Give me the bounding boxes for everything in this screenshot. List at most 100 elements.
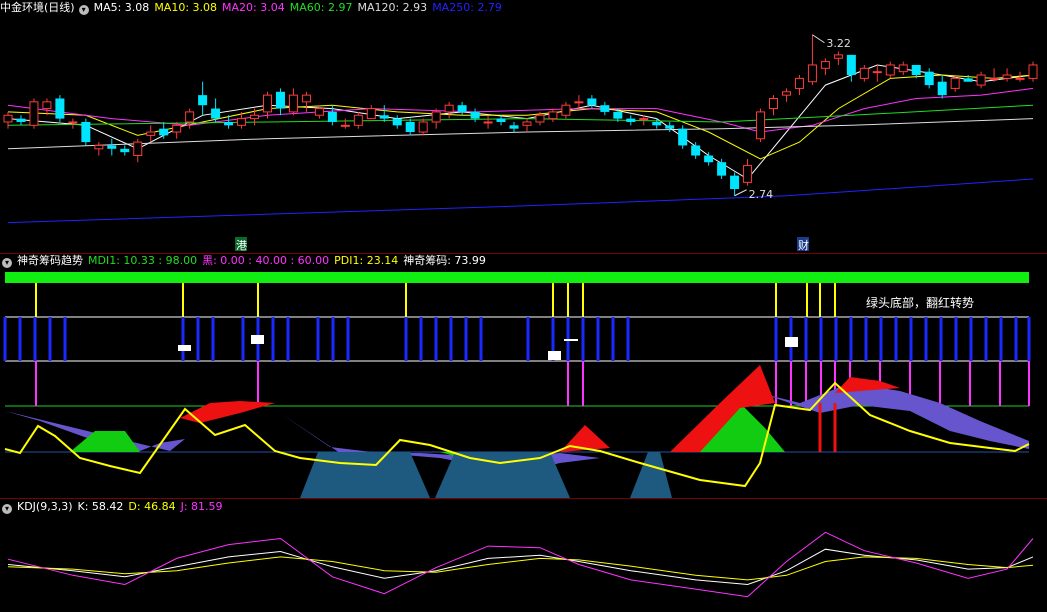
candle-up bbox=[820, 61, 830, 69]
purple-area bbox=[760, 383, 1029, 449]
candle-up bbox=[340, 124, 350, 127]
kdj-chart[interactable] bbox=[0, 499, 1047, 612]
chip-value-3: 神奇筹码: 73.99 bbox=[403, 254, 486, 267]
candle-up bbox=[522, 121, 532, 126]
ma-value-4: MA120: 2.93 bbox=[357, 1, 428, 14]
candle-down bbox=[652, 121, 662, 126]
candle-down bbox=[924, 71, 934, 86]
stock-title: 中金环境(日线) bbox=[0, 1, 75, 14]
candle-down bbox=[691, 145, 701, 156]
candle-up bbox=[418, 121, 428, 133]
candle-up bbox=[898, 64, 908, 73]
candle-down bbox=[392, 118, 402, 126]
marker-cai: 财 bbox=[798, 238, 809, 252]
candle-up bbox=[639, 118, 649, 121]
ma-value-0: MA5: 3.08 bbox=[93, 1, 150, 14]
candle-down bbox=[198, 95, 208, 106]
kdj-panel: ▾ KDJ(9,3,3) K: 58.42 D: 46.84 J: 81.59 bbox=[0, 499, 1047, 612]
kdj-value-1: D: 46.84 bbox=[128, 500, 176, 513]
indicator-title: 神奇筹码趋势 bbox=[17, 254, 83, 267]
chip-value-1: 黑: 0.00 : 40.00 : 60.00 bbox=[202, 254, 330, 267]
chip-value-2: PDI1: 23.14 bbox=[334, 254, 399, 267]
candle-down bbox=[211, 108, 221, 119]
chip-trend-chart[interactable]: 绿头底部，翻红转势 bbox=[0, 253, 1047, 498]
candle-up bbox=[3, 114, 13, 123]
candle-up bbox=[561, 104, 571, 116]
candle-up bbox=[314, 108, 324, 116]
kdj-line-j bbox=[7, 531, 1034, 598]
line-ma10 bbox=[7, 74, 1034, 160]
ma-value-2: MA20: 3.04 bbox=[222, 1, 285, 14]
candle-down bbox=[107, 145, 117, 149]
candle-up bbox=[756, 111, 766, 140]
candle-down bbox=[937, 81, 947, 96]
candle-up bbox=[548, 111, 558, 120]
candle-up bbox=[1015, 77, 1025, 80]
chevron-down-icon[interactable]: ▾ bbox=[78, 5, 89, 15]
candle-down bbox=[911, 64, 921, 76]
candle-up bbox=[976, 74, 986, 86]
chevron-down-icon[interactable]: ▾ bbox=[2, 258, 12, 268]
marker-gang: 港 bbox=[236, 239, 247, 252]
candle-up bbox=[262, 94, 272, 113]
candle-up bbox=[885, 64, 895, 76]
candle-down bbox=[120, 148, 130, 153]
candle-up bbox=[366, 108, 376, 120]
annotation: 绿头底部，翻红转势 bbox=[866, 295, 974, 310]
candle-down bbox=[224, 121, 234, 126]
candle-up bbox=[743, 165, 753, 183]
teal-area bbox=[630, 452, 672, 498]
candle-up bbox=[185, 111, 195, 123]
candle-down bbox=[665, 125, 675, 129]
ma-value-1: MA10: 3.08 bbox=[154, 1, 218, 14]
white-block bbox=[785, 337, 798, 347]
candle-up bbox=[94, 144, 104, 150]
line-ma5 bbox=[7, 64, 1034, 180]
candle-down bbox=[509, 125, 519, 129]
kdj-value-2: J: 81.59 bbox=[180, 500, 223, 513]
candle-up bbox=[781, 91, 791, 96]
indicator-panel: ▾ 神奇筹码趋势 MDI1: 10.33 : 98.00 黑: 0.00 : 40.0… bbox=[0, 253, 1047, 499]
line-ma20 bbox=[7, 87, 1034, 133]
candle-up bbox=[1028, 64, 1038, 79]
candle-up bbox=[301, 94, 311, 103]
teal-area bbox=[300, 452, 430, 498]
candle-down bbox=[678, 128, 688, 146]
candle-down bbox=[626, 118, 636, 122]
candle-down bbox=[846, 54, 856, 76]
candle-up bbox=[769, 97, 779, 110]
chevron-down-icon[interactable]: ▾ bbox=[2, 504, 12, 514]
indicator-header: ▾ 神奇筹码趋势 MDI1: 10.33 : 98.00 黑: 0.00 : 40.0… bbox=[0, 253, 496, 269]
candle-up bbox=[807, 64, 817, 83]
candle-up bbox=[574, 101, 584, 104]
candle-down bbox=[613, 111, 623, 119]
candle-down bbox=[16, 118, 26, 122]
candle-down bbox=[457, 105, 467, 112]
candle-up bbox=[353, 114, 363, 126]
candle-down bbox=[963, 78, 973, 82]
candle-up bbox=[989, 77, 999, 80]
candle-up bbox=[950, 77, 960, 89]
white-block bbox=[548, 351, 561, 360]
candle-down bbox=[717, 162, 727, 176]
white-block bbox=[251, 335, 264, 344]
main-chart-header: 中金环境(日线) ▾ MA5: 3.08 MA10: 3.08 MA20: 3.04 MA… bbox=[0, 0, 512, 16]
kdj-header: ▾ KDJ(9,3,3) K: 58.42 D: 46.84 J: 81.59 bbox=[0, 499, 233, 515]
candle-up bbox=[133, 141, 143, 157]
teal-area bbox=[435, 452, 570, 498]
candle-down bbox=[470, 111, 480, 119]
candlestick-chart[interactable]: 3.22 2.74 港 财 bbox=[0, 0, 1047, 253]
candle-up bbox=[535, 114, 545, 123]
candle-down bbox=[405, 121, 415, 133]
candle-down bbox=[55, 98, 65, 119]
high-pointer bbox=[812, 34, 825, 44]
ma-value-5: MA250: 2.79 bbox=[432, 1, 502, 14]
candle-down bbox=[730, 175, 740, 190]
candle-up bbox=[237, 118, 247, 126]
candle-up bbox=[483, 121, 493, 124]
candle-down bbox=[327, 111, 337, 122]
kdj-title: KDJ(9,3,3) bbox=[17, 500, 73, 513]
low-pointer bbox=[734, 189, 747, 197]
candle-down bbox=[159, 128, 169, 136]
candle-up bbox=[444, 104, 454, 113]
